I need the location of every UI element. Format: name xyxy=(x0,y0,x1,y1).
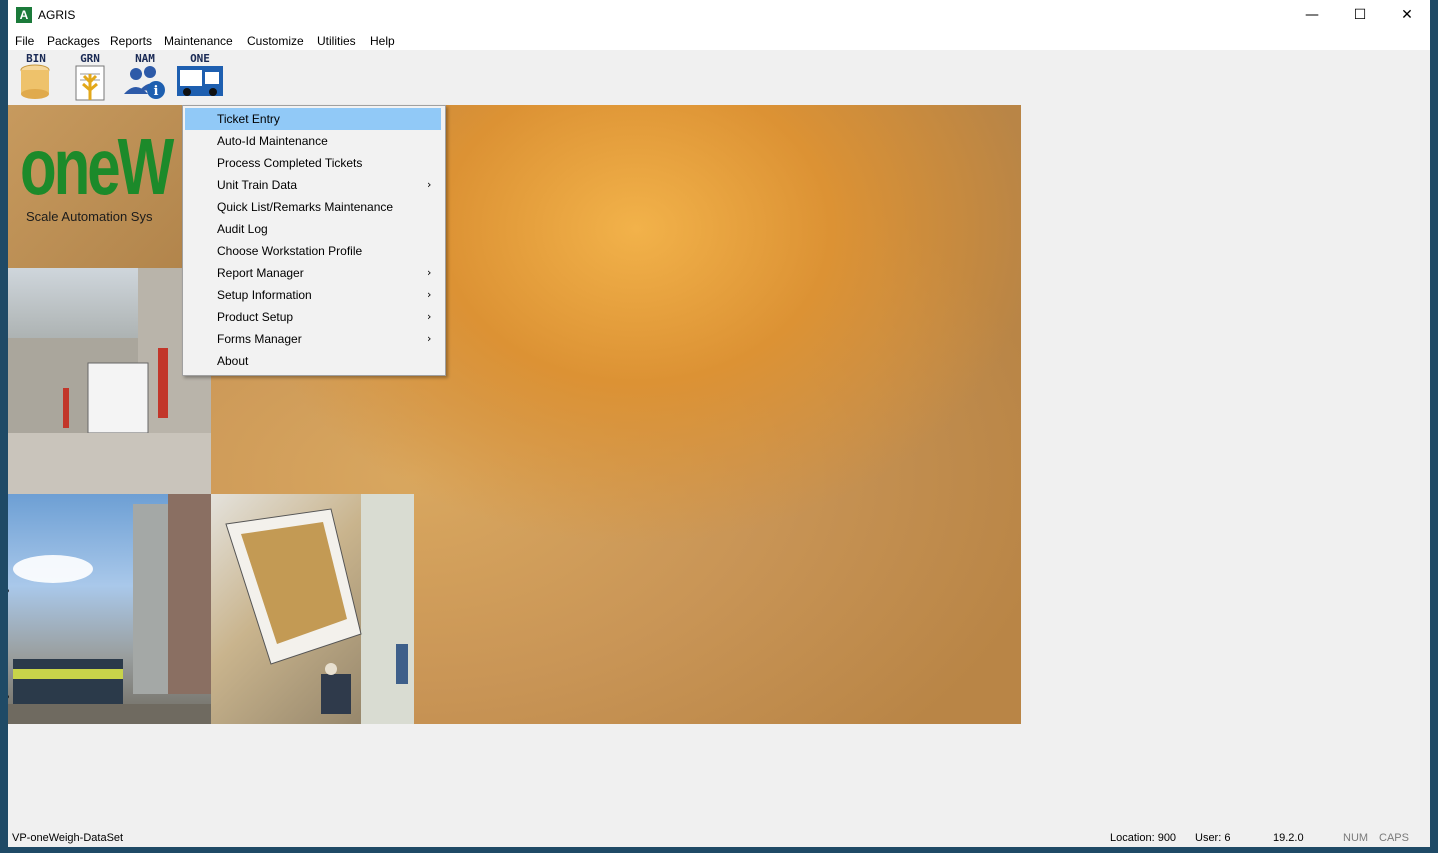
minimize-button[interactable]: — xyxy=(1289,0,1335,31)
menu-item-label: Setup Information xyxy=(217,288,312,302)
title-bar[interactable]: A AGRIS — ☐ ✕ xyxy=(8,0,1430,31)
menu-item-label: Audit Log xyxy=(217,222,268,236)
menu-item-report-manager[interactable]: Report Manager › xyxy=(185,262,441,284)
toolbar-grn-button[interactable]: GRN xyxy=(65,52,115,102)
oneweigh-logo-text: oneW xyxy=(20,122,174,211)
status-caps-lock: CAPS xyxy=(1379,832,1409,844)
logo-subtitle: Scale Automation Sys xyxy=(26,209,153,224)
menu-item-label: Forms Manager xyxy=(217,332,302,346)
grain-icon xyxy=(75,65,105,101)
menu-item-setup-information[interactable]: Setup Information › xyxy=(185,284,441,306)
toolbar: BIN GRN NAM i ONE xyxy=(8,50,1430,104)
maintenance-dropdown-menu: Ticket Entry Auto-Id Maintenance Process… xyxy=(182,105,446,376)
toolbar-bin-button[interactable]: BIN xyxy=(11,52,61,102)
menu-item-audit-log[interactable]: Audit Log xyxy=(185,218,441,240)
agris-app-icon: A xyxy=(16,7,32,23)
menu-maintenance[interactable]: Maintenance xyxy=(164,34,233,48)
menu-item-choose-workstation-profile[interactable]: Choose Workstation Profile xyxy=(185,240,441,262)
chevron-right-icon: › xyxy=(427,310,432,323)
menu-item-forms-manager[interactable]: Forms Manager › xyxy=(185,328,441,350)
menu-item-product-setup[interactable]: Product Setup › xyxy=(185,306,441,328)
chevron-right-icon: › xyxy=(427,332,432,345)
menu-bar: File Packages Reports Maintenance Custom… xyxy=(8,31,1430,50)
menu-item-label: Report Manager xyxy=(217,266,304,280)
name-info-icon: i xyxy=(124,66,165,99)
hopper-truck-photo xyxy=(211,494,414,724)
menu-item-label: Quick List/Remarks Maintenance xyxy=(217,200,394,214)
train-elevator-illustration xyxy=(8,494,211,724)
svg-text:i: i xyxy=(154,84,159,99)
chevron-right-icon: › xyxy=(427,288,432,301)
menu-customize[interactable]: Customize xyxy=(247,34,304,48)
menu-item-ticket-entry[interactable]: Ticket Entry xyxy=(185,108,441,130)
status-version: 19.2.0 xyxy=(1273,832,1304,844)
truck-scale-photo xyxy=(8,268,211,494)
menu-item-unit-train-data[interactable]: Unit Train Data › xyxy=(185,174,441,196)
menu-item-label: Ticket Entry xyxy=(217,112,280,126)
toolbar-nam-button[interactable]: NAM i xyxy=(120,52,170,102)
status-location: Location: 900 xyxy=(1110,832,1177,844)
train-elevator-photo xyxy=(8,494,211,724)
status-bar: VP-oneWeigh-DataSet Location: 900 User: … xyxy=(8,829,1430,847)
menu-item-quick-list-remarks[interactable]: Quick List/Remarks Maintenance xyxy=(185,196,441,218)
menu-packages[interactable]: Packages xyxy=(47,34,100,48)
toolbar-one-button[interactable]: ONE xyxy=(175,52,225,102)
chevron-right-icon: › xyxy=(427,266,432,279)
truck-icon xyxy=(177,66,223,96)
hopper-truck-illustration xyxy=(225,494,414,724)
menu-reports[interactable]: Reports xyxy=(110,34,152,48)
splash-background: oneW Scale Automation Sys xyxy=(8,105,1021,724)
status-num-lock: NUM xyxy=(1343,832,1369,844)
truck-scale-illustration xyxy=(8,268,211,494)
oneweigh-logo-panel: oneW Scale Automation Sys xyxy=(8,105,211,268)
menu-item-label: Choose Workstation Profile xyxy=(217,244,363,258)
maximize-button[interactable]: ☐ xyxy=(1337,0,1383,31)
edge-letter: P xyxy=(8,693,9,705)
window-title: AGRIS xyxy=(38,8,76,22)
edge-letter: P xyxy=(8,587,9,599)
menu-item-process-completed-tickets[interactable]: Process Completed Tickets xyxy=(185,152,441,174)
menu-item-auto-id-maintenance[interactable]: Auto-Id Maintenance xyxy=(185,130,441,152)
menu-item-label: Product Setup xyxy=(217,310,294,324)
menu-item-label: Process Completed Tickets xyxy=(217,156,363,170)
app-window: A AGRIS — ☐ ✕ File Packages Reports Main… xyxy=(8,0,1430,847)
status-dataset: VP-oneWeigh-DataSet xyxy=(12,832,124,844)
menu-help[interactable]: Help xyxy=(370,34,395,48)
chevron-right-icon: › xyxy=(427,178,432,191)
bin-icon xyxy=(20,64,50,99)
menu-item-about[interactable]: About xyxy=(185,350,441,372)
close-button[interactable]: ✕ xyxy=(1384,0,1430,31)
status-user: User: 6 xyxy=(1195,832,1231,844)
menu-item-label: Unit Train Data xyxy=(217,178,298,192)
menu-file[interactable]: File xyxy=(15,34,34,48)
menu-item-label: About xyxy=(217,354,249,368)
menu-item-label: Auto-Id Maintenance xyxy=(217,134,328,148)
menu-utilities[interactable]: Utilities xyxy=(317,34,356,48)
